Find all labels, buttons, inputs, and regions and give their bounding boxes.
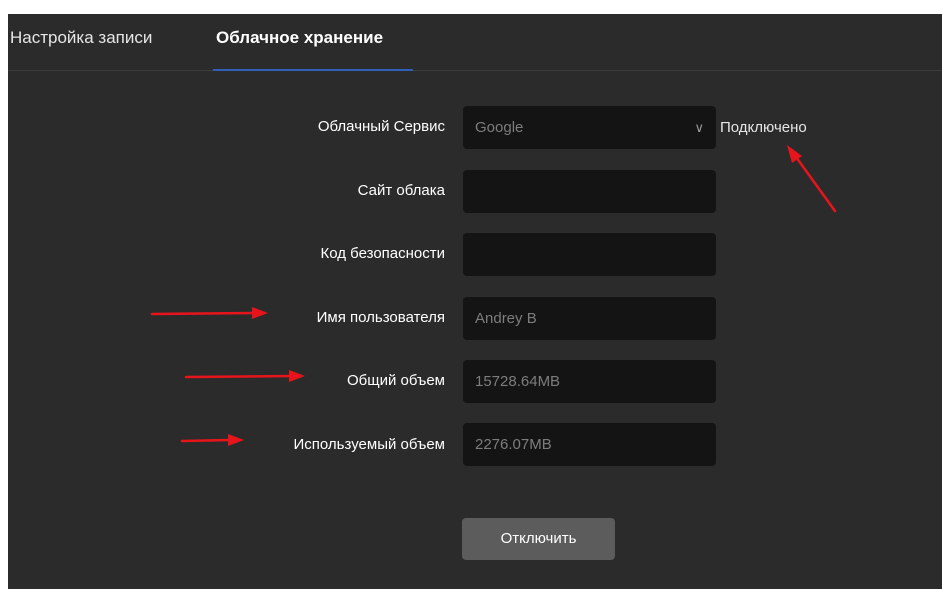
tab-cloud-storage[interactable]: Облачное хранение <box>216 28 383 48</box>
chevron-down-icon: ∨ <box>694 120 704 135</box>
used-volume-label: Используемый объем <box>293 436 445 453</box>
used-volume-field: 2276.07MB <box>463 423 716 466</box>
total-volume-label: Общий объем <box>347 372 445 389</box>
connection-status: Подключено <box>720 119 807 136</box>
cloud-site-field[interactable] <box>463 170 716 213</box>
security-code-field[interactable] <box>463 233 716 276</box>
cloud-service-value: Google <box>475 119 524 136</box>
tab-recording-settings[interactable]: Настройка записи <box>10 28 152 48</box>
total-volume-field: 15728.64MB <box>463 360 716 403</box>
tab-bar: Настройка записи Облачное хранение <box>8 14 942 71</box>
security-code-label: Код безопасности <box>320 245 446 262</box>
username-field[interactable]: Andrey B <box>463 297 716 340</box>
username-label: Имя пользователя <box>316 309 445 326</box>
cloud-service-select[interactable]: Google ∨ <box>463 106 716 149</box>
cloud-storage-settings-panel: Настройка записи Облачное хранение Облач… <box>8 14 942 589</box>
cloud-site-label: Сайт облака <box>357 182 445 199</box>
cloud-service-label: Облачный Сервис <box>317 118 445 135</box>
active-tab-indicator <box>213 69 413 71</box>
disconnect-button[interactable]: Отключить <box>462 518 615 560</box>
